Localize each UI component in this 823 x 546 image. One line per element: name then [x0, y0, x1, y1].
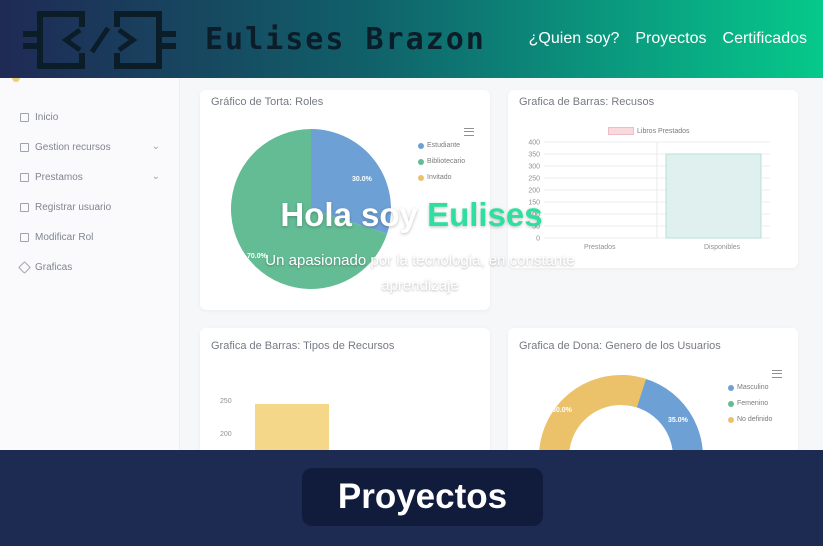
bar-chart-title: Grafica de Barras: Tipos de Recursos — [211, 340, 395, 352]
bar-chart-card-tipos: Grafica de Barras: Tipos de Recursos 250… — [200, 328, 490, 450]
chevron-down-icon: ⌄ — [151, 141, 160, 152]
legend-item[interactable]: Masculino — [728, 384, 769, 391]
y-tick-label: 250 — [220, 398, 232, 405]
sidebar-item-graficas[interactable]: Graficas — [18, 261, 160, 274]
y-tick-label: 400 — [528, 140, 540, 147]
hamburger-icon[interactable] — [772, 370, 782, 378]
nav-certificados[interactable]: Certificados — [723, 30, 807, 48]
hero-name: Eulises — [427, 196, 543, 233]
nav-quien-soy[interactable]: ¿Quien soy? — [529, 30, 620, 48]
sidebar-item-prestamos[interactable]: Prestamos ⌄ — [20, 171, 160, 183]
folder-icon — [20, 143, 29, 152]
legend-item[interactable]: Femenino — [728, 400, 768, 407]
y-tick-label: 200 — [220, 431, 232, 438]
legend-item[interactable]: Bibliotecario — [418, 158, 465, 165]
projects-button[interactable]: Proyectos — [302, 468, 543, 526]
diamond-icon — [18, 261, 31, 274]
nav-proyectos[interactable]: Proyectos — [635, 30, 706, 48]
bar-chart-card-recursos: Grafica de Barras: Recusos Libros Presta… — [508, 90, 798, 268]
hero-greeting: Hola soy — [280, 196, 428, 233]
bar-chart-recursos: 400350300250200150100500 — [528, 140, 770, 243]
chevron-down-icon: ⌄ — [151, 171, 160, 182]
bar — [255, 404, 329, 450]
legend-item[interactable]: No definido — [728, 416, 772, 423]
site-header: Eulises Brazon ¿Quien soy? Proyectos Cer… — [0, 0, 823, 78]
projects-section: Proyectos — [0, 450, 823, 546]
y-tick-label: 300 — [528, 164, 540, 171]
donut-value-label: 30.0% — [552, 407, 572, 414]
code-logo-icon[interactable] — [22, 6, 177, 74]
legend-item[interactable]: Invitado — [418, 174, 452, 181]
y-tick-label: 0 — [536, 236, 540, 243]
y-tick-label: 200 — [528, 188, 540, 195]
hero-subtitle: Un apasionado por la tecnologia, en cons… — [265, 252, 575, 294]
list-icon — [20, 233, 29, 242]
preview-sidebar: Inicio Gestion recursos ⌄ Prestamos ⌄ Re… — [0, 78, 180, 450]
hamburger-icon[interactable] — [464, 128, 474, 136]
hero-heading: Hola soy Eulises — [0, 196, 823, 234]
y-tick-label: 350 — [528, 152, 540, 159]
main-nav: ¿Quien soy? Proyectos Certificados — [529, 30, 807, 48]
grid-icon — [20, 113, 29, 122]
pie-value-label: 30.0% — [352, 176, 372, 183]
status-dot — [12, 78, 20, 82]
donut-chart-card: Grafica de Dona: Genero de los Usuarios … — [508, 328, 798, 450]
pie-chart-title: Gráfico de Torta: Roles — [211, 96, 324, 108]
plus-box-icon — [20, 173, 29, 182]
brand-name: Eulises Brazon — [205, 22, 486, 57]
sidebar-item-gestion-recursos[interactable]: Gestion recursos ⌄ — [20, 141, 160, 153]
x-tick-label: Disponibles — [704, 244, 741, 251]
sidebar-item-inicio[interactable]: Inicio — [20, 112, 160, 123]
y-tick-label: 250 — [528, 176, 540, 183]
donut-chart-title: Grafica de Dona: Genero de los Usuarios — [519, 340, 721, 352]
donut-value-label: 35.0% — [668, 417, 688, 424]
legend-item[interactable]: Estudiante — [418, 142, 460, 149]
